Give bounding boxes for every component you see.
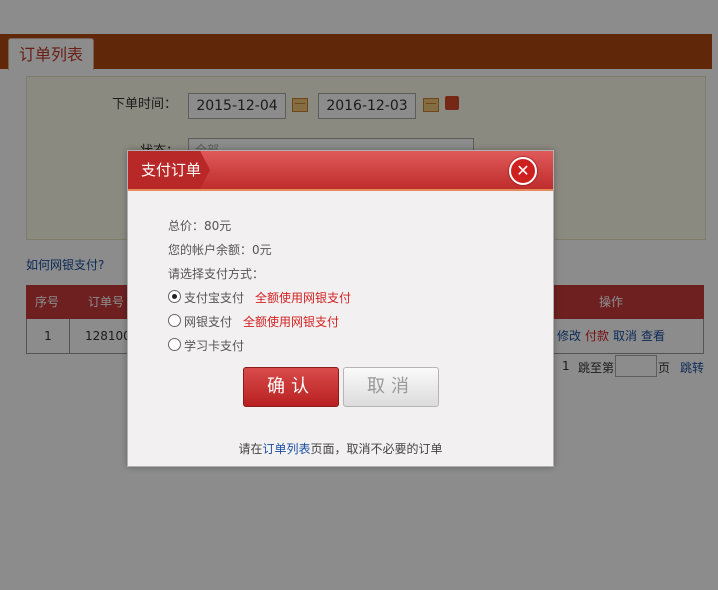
pay-order-dialog: 支付订单 ✕ 总价：80元 您的帐户余额：0元 请选择支付方式： 支付宝支付 全… — [127, 150, 554, 467]
account-balance: 您的帐户余额：0元 — [168, 243, 272, 257]
option-study-card-label[interactable]: 学习卡支付 — [184, 337, 244, 354]
option-netbank-label[interactable]: 网银支付 — [184, 313, 232, 330]
radio-alipay[interactable] — [168, 290, 181, 303]
option-alipay-label[interactable]: 支付宝支付 — [184, 289, 244, 306]
radio-netbank[interactable] — [168, 314, 181, 327]
confirm-button[interactable]: 确认 — [243, 367, 339, 407]
cancel-button[interactable]: 取消 — [343, 367, 439, 407]
dialog-footer: 请在订单列表页面，取消不必要的订单 — [128, 440, 553, 457]
dialog-title: 支付订单 — [141, 161, 202, 179]
option-alipay-note: 全额使用网银支付 — [255, 291, 352, 305]
option-netbank-note: 全额使用网银支付 — [243, 315, 340, 329]
radio-study-card[interactable] — [168, 338, 181, 351]
close-icon[interactable]: ✕ — [509, 157, 537, 185]
footer-suffix: 页面，取消不必要的订单 — [310, 442, 443, 456]
footer-prefix: 请在 — [238, 442, 263, 456]
total-price: 总价：80元 — [168, 219, 232, 233]
dialog-header: 支付订单 ✕ — [128, 151, 553, 191]
order-list-link[interactable]: 订单列表 — [262, 442, 310, 456]
choose-payment-label: 请选择支付方式： — [168, 267, 265, 281]
